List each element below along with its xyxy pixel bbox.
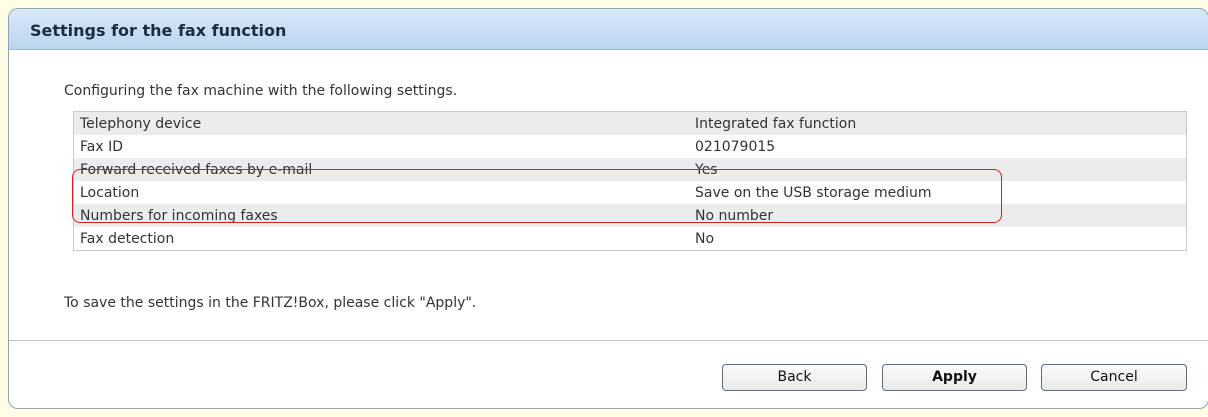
settings-summary-table: Telephony device Integrated fax function…: [73, 111, 1187, 251]
setting-value: Save on the USB storage medium: [689, 181, 1187, 204]
setting-label: Location: [73, 181, 689, 204]
setting-label: Telephony device: [73, 111, 689, 135]
setting-value: 021079015: [689, 135, 1187, 158]
cancel-button[interactable]: Cancel: [1041, 364, 1187, 391]
fax-settings-panel: Settings for the fax function Configurin…: [8, 8, 1208, 409]
setting-label: Fax ID: [73, 135, 689, 158]
table-row: Location Save on the USB storage medium: [73, 181, 1187, 204]
setting-label: Fax detection: [73, 227, 689, 251]
setting-label: Numbers for incoming faxes: [73, 204, 689, 227]
table-row: Fax detection No: [73, 227, 1187, 251]
apply-button[interactable]: Apply: [882, 364, 1027, 391]
panel-title: Settings for the fax function: [9, 9, 1208, 50]
table-row: Telephony device Integrated fax function: [73, 111, 1187, 135]
table-row: Numbers for incoming faxes No number: [73, 204, 1187, 227]
table-row: Forward received faxes by e-mail Yes: [73, 158, 1187, 181]
divider: [9, 340, 1208, 341]
apply-instruction-text: To save the settings in the FRITZ!Box, p…: [64, 295, 477, 311]
setting-value: Yes: [689, 158, 1187, 181]
intro-text: Configuring the fax machine with the fol…: [64, 83, 458, 99]
table-row: Fax ID 021079015: [73, 135, 1187, 158]
setting-value: No number: [689, 204, 1187, 227]
setting-label: Forward received faxes by e-mail: [73, 158, 689, 181]
setting-value: Integrated fax function: [689, 111, 1187, 135]
back-button[interactable]: Back: [722, 364, 867, 391]
setting-value: No: [689, 227, 1187, 251]
